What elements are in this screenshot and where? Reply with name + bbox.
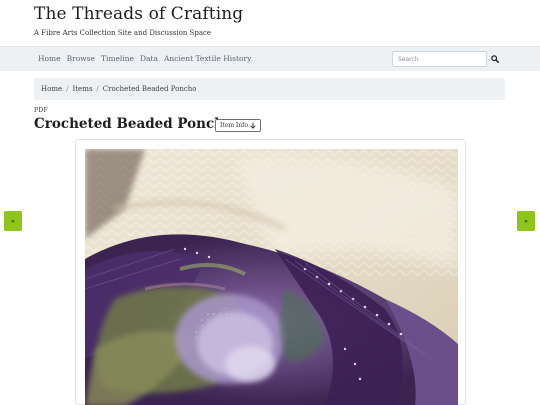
nav-link-home[interactable]: Home <box>38 54 61 63</box>
previous-item-button[interactable]: « <box>4 211 22 231</box>
breadcrumb-separator: / <box>96 85 99 93</box>
item-format-label: PDF <box>34 107 48 114</box>
chevron-right-double-icon: » <box>524 217 528 225</box>
search-input[interactable] <box>392 51 487 67</box>
breadcrumb-home[interactable]: Home <box>41 85 62 93</box>
breadcrumb: Home / Items / Crocheted Beaded Poncho <box>34 78 505 100</box>
search-button[interactable] <box>487 51 503 67</box>
site-title[interactable]: The Threads of Crafting <box>34 4 243 24</box>
breadcrumb-current: Crocheted Beaded Poncho <box>102 85 197 93</box>
next-item-button[interactable]: » <box>517 211 535 231</box>
breadcrumb-separator: / <box>66 85 69 93</box>
item-info-button[interactable]: Item Info <box>215 119 261 132</box>
site-tagline: A Fibre Arts Collection Site and Discuss… <box>34 29 212 37</box>
image-viewer <box>75 139 466 405</box>
nav-links: Home Browse Timeline Data Ancient Textil… <box>38 54 251 63</box>
nav-link-timeline[interactable]: Timeline <box>101 54 134 63</box>
item-info-label: Item Info <box>220 122 248 129</box>
nav-link-ancient-textile-history[interactable]: Ancient Textile History <box>164 54 251 63</box>
item-photo[interactable] <box>85 149 458 405</box>
chevron-left-double-icon: « <box>11 217 15 225</box>
site-header: The Threads of Crafting A Fibre Arts Col… <box>0 0 540 46</box>
main-navbar: Home Browse Timeline Data Ancient Textil… <box>0 46 540 71</box>
nav-link-data[interactable]: Data <box>140 54 158 63</box>
breadcrumb-items[interactable]: Items <box>72 85 92 93</box>
arrow-down-icon <box>250 122 256 129</box>
nav-link-browse[interactable]: Browse <box>67 54 95 63</box>
magnifier-icon <box>491 55 499 63</box>
page-title: Crocheted Beaded Poncho <box>34 116 234 132</box>
